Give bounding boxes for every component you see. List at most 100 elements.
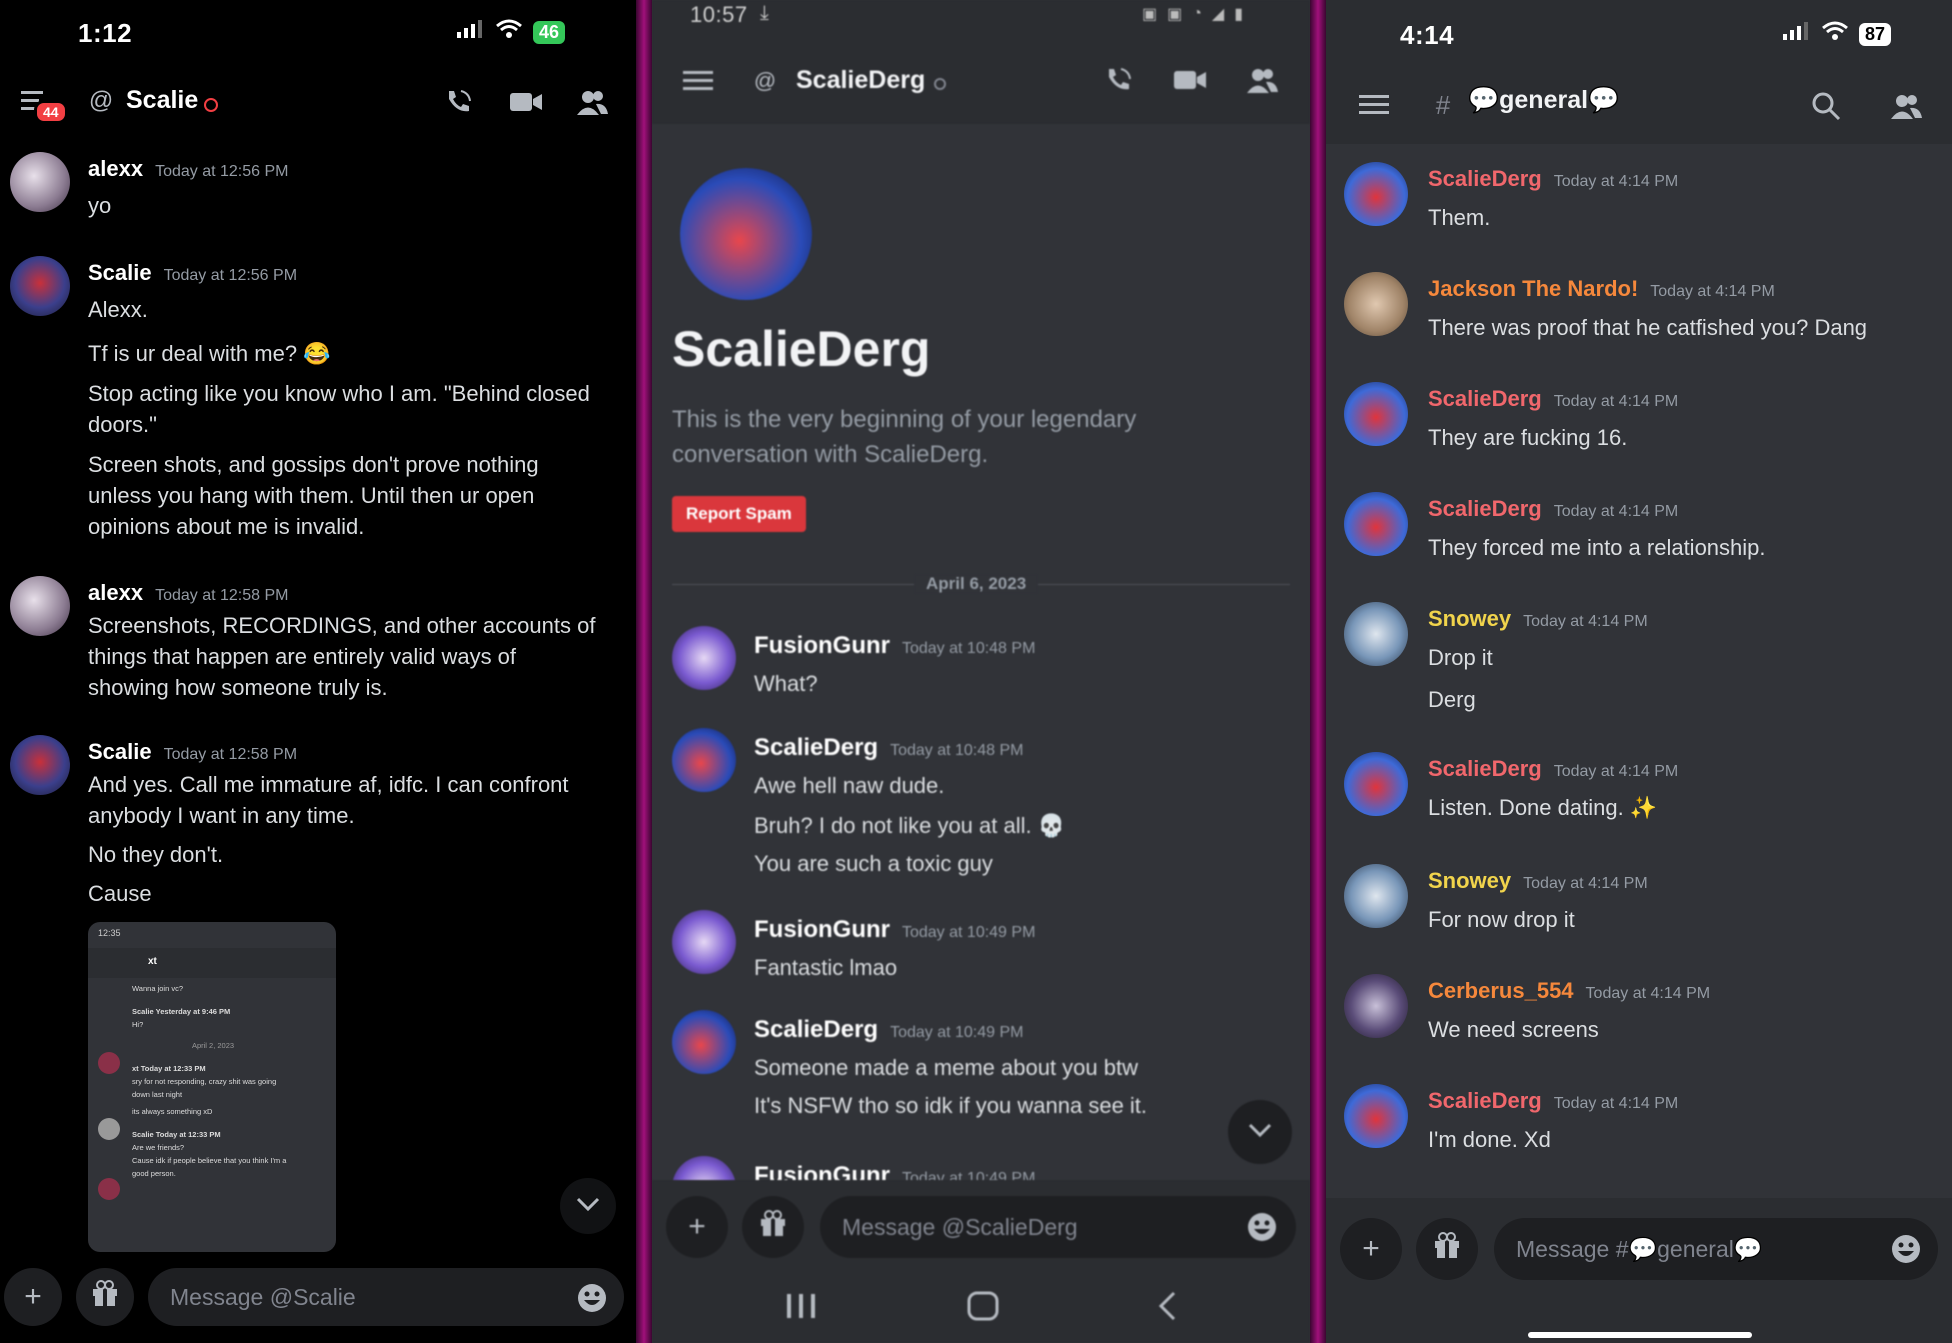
hamburger-icon[interactable] xyxy=(680,64,716,98)
mini-line: Are we friends? xyxy=(132,1143,185,1152)
image-attachment[interactable]: 12:35 xt Wanna join vc? Scalie Yesterday… xyxy=(88,922,336,1252)
message-text: I'm done. Xd xyxy=(1428,1127,1551,1152)
signal-icon: ◢ xyxy=(1211,6,1225,23)
message-input[interactable]: Message #💬general💬 xyxy=(1494,1218,1938,1280)
avatar[interactable] xyxy=(10,735,70,795)
emoji-icon[interactable] xyxy=(1890,1233,1922,1270)
avatar[interactable] xyxy=(1344,864,1408,928)
avatar[interactable] xyxy=(1344,272,1408,336)
mini-line: Hi? xyxy=(132,1020,144,1029)
avatar[interactable] xyxy=(10,256,70,316)
avatar[interactable] xyxy=(1344,162,1408,226)
scroll-down-button[interactable] xyxy=(1228,1100,1292,1164)
username[interactable]: alexx xyxy=(88,580,143,605)
username[interactable]: ScalieDerg xyxy=(1428,386,1542,411)
chat-title[interactable]: Scalie xyxy=(126,86,198,115)
profile-avatar[interactable] xyxy=(680,168,812,300)
username[interactable]: ScalieDerg xyxy=(1428,1088,1542,1113)
username[interactable]: Snowey xyxy=(1428,868,1511,893)
clock: 4:14 xyxy=(1400,20,1455,50)
add-attachment-button[interactable]: + xyxy=(4,1268,62,1326)
avatar[interactable] xyxy=(1344,602,1408,666)
message-text: showing how someone truly is. xyxy=(88,675,388,700)
username[interactable]: Scalie xyxy=(88,260,152,285)
username[interactable]: alexx xyxy=(88,156,143,181)
video-icon[interactable] xyxy=(508,84,544,120)
avatar[interactable] xyxy=(1344,974,1408,1038)
report-spam-button[interactable]: Report Spam xyxy=(672,496,806,532)
intro-text: This is the very beginning of your legen… xyxy=(672,402,1136,472)
message-text: Alexx. xyxy=(88,297,148,322)
gift-icon xyxy=(759,1209,787,1245)
username[interactable]: Snowey xyxy=(1428,606,1511,631)
video-icon[interactable] xyxy=(1172,62,1208,98)
gift-button[interactable] xyxy=(742,1196,804,1258)
chat-title[interactable]: ScalieDerg xyxy=(796,66,925,95)
timestamp: Today at 12:56 PM xyxy=(163,267,298,284)
back-icon[interactable] xyxy=(1156,1290,1180,1327)
avatar[interactable] xyxy=(672,910,736,974)
message-text: anybody I want in any time. xyxy=(88,803,355,828)
message-input[interactable]: Message @Scalie xyxy=(148,1268,624,1326)
username[interactable]: ScalieDerg xyxy=(1428,166,1542,191)
emoji-icon[interactable] xyxy=(1246,1211,1278,1248)
chat-header: # 💬general💬 xyxy=(1326,64,1952,144)
username[interactable]: Jackson The Nardo! xyxy=(1428,276,1638,301)
avatar[interactable] xyxy=(672,728,736,792)
username[interactable]: ScalieDerg xyxy=(754,1016,878,1043)
username[interactable]: ScalieDerg xyxy=(1428,496,1542,521)
avatar[interactable] xyxy=(672,1156,736,1180)
chevron-down-icon xyxy=(575,1196,601,1217)
emoji-icon[interactable] xyxy=(576,1282,608,1319)
search-icon[interactable] xyxy=(1808,88,1844,124)
channel-title[interactable]: 💬general💬 xyxy=(1468,86,1619,115)
battery-indicator: 87 xyxy=(1859,22,1892,46)
plus-icon: + xyxy=(1362,1232,1380,1265)
recent-apps-icon[interactable] xyxy=(784,1292,818,1325)
hamburger-icon[interactable] xyxy=(1356,88,1392,122)
message-input[interactable]: Message @ScalieDerg xyxy=(820,1196,1296,1258)
avatar[interactable] xyxy=(10,152,70,212)
members-icon[interactable] xyxy=(574,84,610,120)
username[interactable]: Cerberus_554 xyxy=(1428,978,1574,1003)
dm-panel-scalie: 1:12 46 44 @ Scalie alexx Today at 12:56… xyxy=(0,0,636,1343)
wifi-icon xyxy=(495,18,523,46)
profile-name: ScalieDerg xyxy=(672,321,931,377)
download-icon: ⤓ xyxy=(760,2,769,24)
username[interactable]: ScalieDerg xyxy=(1428,756,1542,781)
avatar[interactable] xyxy=(1344,752,1408,816)
scroll-down-button[interactable] xyxy=(560,1178,616,1234)
mini-clock: 12:35 xyxy=(98,928,121,938)
avatar[interactable] xyxy=(672,626,736,690)
call-icon[interactable] xyxy=(440,84,476,120)
username[interactable]: FusionGunr xyxy=(754,916,890,943)
home-indicator[interactable] xyxy=(1528,1332,1752,1338)
status-offline-icon xyxy=(934,78,946,90)
username[interactable]: ScalieDerg xyxy=(754,734,878,761)
avatar[interactable] xyxy=(1344,492,1408,556)
call-icon[interactable] xyxy=(1100,62,1136,98)
mini-header: xt xyxy=(88,948,336,978)
members-icon[interactable] xyxy=(1244,62,1280,98)
home-icon[interactable] xyxy=(966,1290,1000,1327)
message-text: Cause xyxy=(88,881,152,906)
username[interactable]: FusionGunr xyxy=(754,1162,890,1180)
gift-button[interactable] xyxy=(76,1268,134,1326)
message-text: They forced me into a relationship. xyxy=(1428,535,1766,560)
username[interactable]: Scalie xyxy=(88,739,152,764)
add-attachment-button[interactable]: + xyxy=(1340,1218,1402,1280)
mini-date-divider: April 2, 2023 xyxy=(191,1041,235,1050)
message-text: And yes. Call me immature af, idfc. I ca… xyxy=(88,772,569,797)
timestamp: Today at 12:58 PM xyxy=(163,746,298,763)
add-attachment-button[interactable]: + xyxy=(666,1196,728,1258)
notification-icon: ▣ xyxy=(1142,6,1158,23)
message-text: Someone made a meme about you btw xyxy=(754,1055,1139,1080)
gift-button[interactable] xyxy=(1416,1218,1478,1280)
avatar[interactable] xyxy=(10,576,70,636)
avatar[interactable] xyxy=(1344,382,1408,446)
message-text: doors." xyxy=(88,412,157,437)
avatar[interactable] xyxy=(1344,1084,1408,1148)
members-icon[interactable] xyxy=(1888,88,1924,124)
username[interactable]: FusionGunr xyxy=(754,632,890,659)
avatar[interactable] xyxy=(672,1010,736,1074)
